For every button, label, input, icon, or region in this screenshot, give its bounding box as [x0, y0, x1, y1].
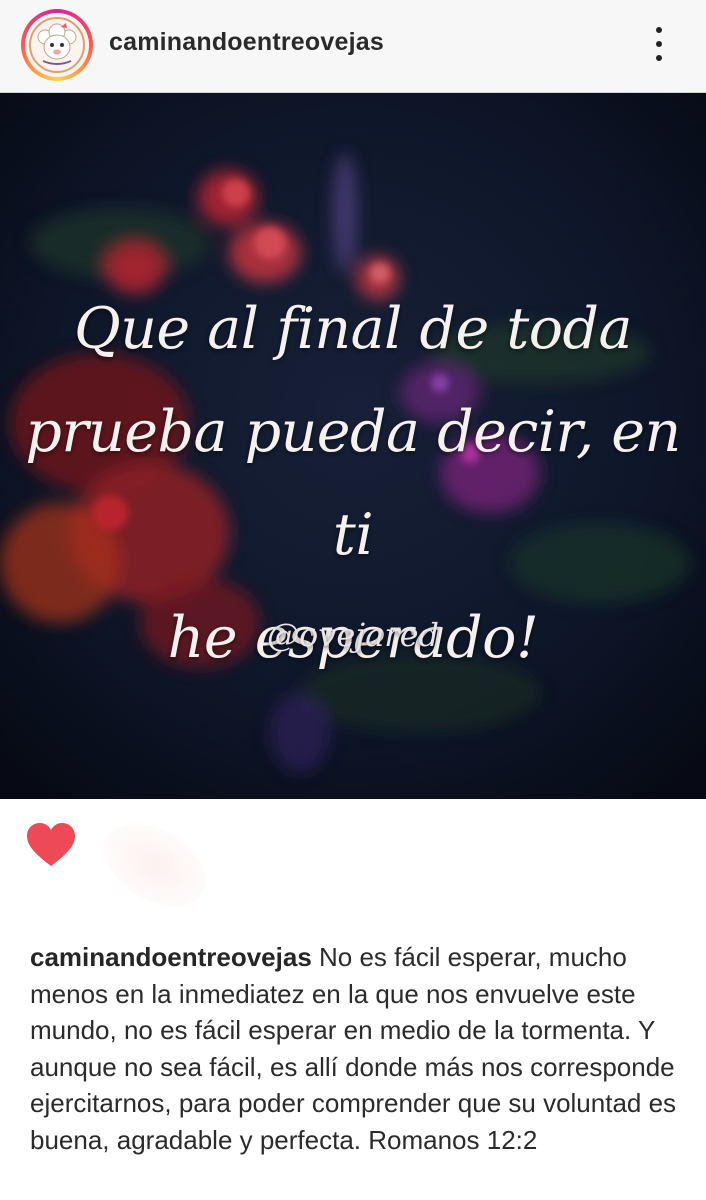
post-actions — [0, 800, 706, 930]
caption-text: No es fácil esperar, mucho menos en la i… — [30, 942, 677, 1155]
post-caption: caminandoentreovejas No es fácil esperar… — [30, 939, 680, 1158]
image-handle: @ovejared — [267, 616, 439, 654]
like-button[interactable] — [26, 822, 76, 868]
more-options-icon[interactable] — [648, 22, 670, 66]
caption-username[interactable]: caminandoentreovejas — [30, 942, 312, 972]
header-username[interactable]: caminandoentreovejas — [109, 28, 384, 57]
sheep-logo-icon — [25, 13, 89, 77]
avatar[interactable] — [21, 9, 93, 81]
heart-filled-icon — [27, 823, 75, 866]
quote-line: prueba pueda decir, en ti — [25, 399, 681, 568]
quote-line: Que al final de toda — [73, 296, 633, 362]
faded-artifact — [89, 807, 221, 923]
post-image: Que al final de toda prueba pueda decir,… — [0, 93, 706, 799]
post-header: caminandoentreovejas — [0, 0, 706, 93]
